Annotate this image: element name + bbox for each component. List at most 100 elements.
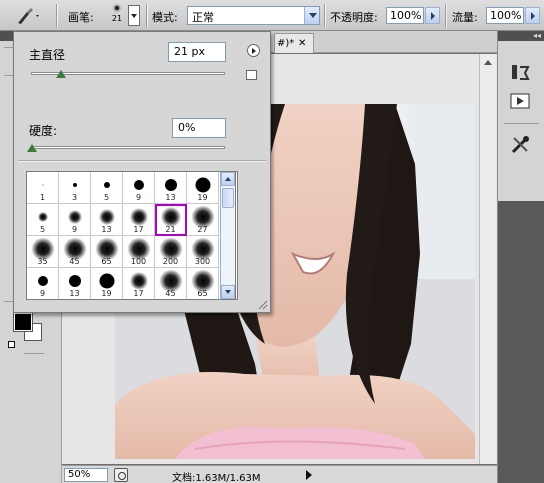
brush-preset-cell[interactable]: 45 [59,236,91,268]
brush-preset-cell[interactable]: 9 [123,172,155,204]
mode-select[interactable]: 正常 [187,6,320,25]
brush-preset-cell[interactable]: 45 [155,268,187,299]
brush-preset-cell[interactable]: 9 [59,204,91,236]
actions-icon[interactable] [508,89,532,113]
brush-size-label: 65 [101,257,112,266]
brush-preset-cell[interactable]: 100 [123,236,155,268]
brush-size-label: 5 [39,225,46,234]
brush-size-label: 1 [39,193,46,202]
brush-size-label: 19 [197,193,208,202]
opacity-slider-arrow-icon[interactable] [425,7,440,24]
brush-grid-scrollbar[interactable] [220,171,236,300]
scroll-down-icon[interactable] [221,285,235,299]
divider [24,353,44,354]
hardness-label: 硬度: [29,124,58,138]
brush-preset-cell[interactable]: 65 [187,268,219,299]
brush-preset-thumbnail[interactable]: 21 [107,3,127,28]
separator [324,4,326,27]
brush-preset-cell[interactable]: 300 [187,236,219,268]
brush-tool-icon[interactable] [14,6,42,26]
divider [18,160,266,162]
default-colors-icon[interactable] [8,341,15,348]
brush-preset-cell[interactable]: 9 [27,268,59,299]
brush-size-label: 19 [101,289,112,298]
history-icon[interactable] [508,61,532,85]
brush-preset-grid: 1 3 5 9 13 19 5 9 13 17 21 27 35 45 65 100 200 300 9 13 19 17… [26,171,238,300]
scroll-thumb[interactable] [222,188,234,208]
zoom-input[interactable]: 50% [64,468,108,482]
resize-grip-icon[interactable] [258,300,268,310]
opacity-input[interactable]: 100% [386,7,424,24]
brush-preset-cell[interactable]: 13 [155,172,187,204]
brush-size-label: 200 [162,257,179,266]
brush-preset-cell[interactable]: 5 [27,204,59,236]
separator [56,4,58,27]
brush-size-label: 9 [71,225,78,234]
canvas-vertical-scrollbar[interactable] [479,54,496,464]
brush-preset-size: 21 [111,14,123,23]
mode-label: 模式: [152,11,178,24]
master-diameter-input[interactable]: 21 px [168,42,226,62]
brush-menu-icon[interactable] [247,44,260,57]
brush-preset-cell[interactable]: 13 [59,268,91,299]
master-diameter-slider[interactable] [31,69,225,78]
brush-tip-icon [68,275,81,287]
brush-preset-cell[interactable]: 1 [27,172,59,204]
brush-size-label: 100 [130,257,147,266]
brush-tip-icon [129,272,148,290]
new-preset-icon[interactable] [246,70,257,80]
status-info-icon[interactable] [114,468,128,482]
brush-tip-icon [37,212,48,222]
brush-tip-icon [72,183,77,187]
brush-size-label: 27 [197,225,208,234]
brush-tip-icon [129,208,148,226]
hardness-slider[interactable] [27,144,225,152]
brush-preset-cell[interactable]: 17 [123,204,155,236]
close-icon[interactable]: ✕ [298,38,306,49]
foreground-color-swatch[interactable] [13,312,33,332]
brush-preset-cell[interactable]: 35 [27,236,59,268]
brush-size-label: 21 [165,225,176,234]
master-diameter-slider-thumb[interactable] [55,69,66,78]
brush-preset-cell[interactable]: 27 [187,204,219,236]
brush-preset-cell[interactable]: 19 [187,172,219,204]
flow-label: 流量: [452,11,478,24]
brush-preset-cell[interactable]: 3 [59,172,91,204]
brush-preset-row: 35 45 65 100 200 300 [27,236,237,268]
scroll-up-icon[interactable] [221,172,235,186]
hardness-slider-thumb[interactable] [27,143,37,152]
separator [146,4,148,27]
opacity-label: 不透明度: [330,11,378,24]
separator [445,4,447,27]
document-tab[interactable]: #)* [274,33,314,53]
brush-tip-icon [37,276,48,286]
tools-preset-icon[interactable] [508,133,532,157]
brush-size-label: 3 [71,193,78,202]
brush-picker-dropdown-button[interactable] [128,5,140,26]
brush-preset-cell[interactable]: 5 [91,172,123,204]
flow-slider-arrow-icon[interactable] [525,7,540,24]
brush-preset-cell[interactable]: 13 [91,204,123,236]
flow-input[interactable]: 100% [486,7,524,24]
hardness-input[interactable]: 0% [172,118,226,138]
master-diameter-label: 主直径 [29,48,66,62]
brush-size-label: 13 [69,289,80,298]
brush-preset-cell[interactable]: 65 [91,236,123,268]
brush-preset-cell[interactable]: 200 [155,236,187,268]
brush-tip-icon [103,182,110,188]
status-bar: 50% 文档:1.63M/1.63M [62,465,497,483]
chevron-down-icon[interactable] [304,7,319,24]
brush-preset-cell[interactable]: 21 [155,204,187,236]
brush-preset-row: 9 13 19 17 45 65 [27,268,237,299]
brush-size-label: 13 [165,193,176,202]
brush-tip-icon [67,210,82,224]
brush-tip-icon [42,184,43,186]
panel-dock: ◂◂ [497,31,544,483]
status-menu-arrow-icon[interactable] [306,470,312,480]
brush-preset-cell[interactable]: 19 [91,268,123,299]
brush-size-label: 17 [133,289,144,298]
brush-preset-cell[interactable]: 17 [123,268,155,299]
document-tab-title: #)* [277,38,295,49]
brush-tip-icon [99,273,114,289]
dock-header[interactable]: ◂◂ [498,31,544,41]
